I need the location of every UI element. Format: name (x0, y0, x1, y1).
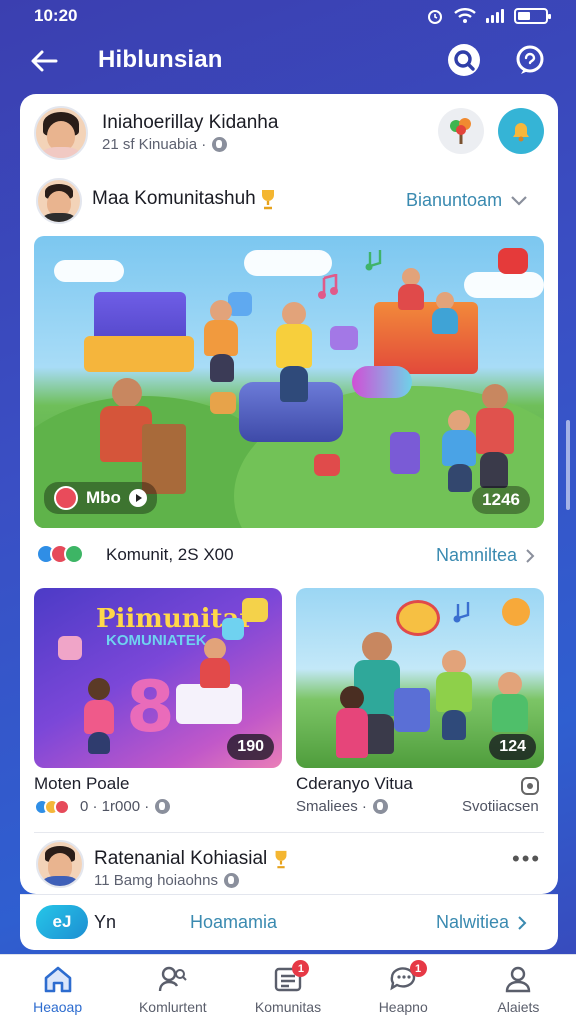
tab-home[interactable]: Heaoap (0, 955, 115, 1024)
globe-icon (155, 799, 171, 814)
trophy-icon (261, 190, 274, 210)
chevron-down-icon (511, 195, 527, 206)
sun (502, 598, 530, 626)
care-reaction-icon (64, 544, 84, 564)
main-media[interactable]: Mbo 1246 (34, 236, 544, 528)
bottom-tab-bar: Heaoap Komlurtent 1 Komunitas 1 Heapno A… (0, 954, 576, 1024)
tab-komunitas-label: Komunitas (254, 998, 322, 1015)
media-left-label[interactable]: Mbo (44, 482, 157, 514)
tab-communities-label: Komlurtent (138, 998, 207, 1015)
play-icon (128, 489, 147, 507)
reactions-summary[interactable]: Komunit, 2S X00 (106, 545, 234, 565)
group-avatar[interactable] (36, 178, 82, 224)
people-search-icon (158, 966, 187, 991)
media-badge[interactable] (498, 248, 528, 274)
trophy-icon (275, 850, 287, 869)
globe-icon (223, 873, 239, 888)
thumbnail-left-meta: 0 · 1r000 · (34, 798, 171, 815)
notification-badge: 1 (292, 960, 310, 977)
tree-button[interactable] (438, 108, 484, 154)
avatar (54, 486, 78, 510)
media-right-label: 1246 (472, 486, 530, 514)
notification-badge: 1 (409, 960, 427, 977)
reactions-link-label: Namniltea (436, 545, 518, 565)
thumbnail-right-meta-text: Smaliees · (296, 798, 367, 815)
group-action-label: Bianuntoam (406, 190, 503, 210)
group-name: Maa Komunitashuh (92, 188, 256, 209)
author-name[interactable]: Iniahoerillay Kidanha (102, 112, 278, 134)
alarm-icon (428, 10, 442, 24)
author-meta: 21 sf Kinuabia · (102, 136, 228, 153)
reaction-icons[interactable] (36, 544, 84, 564)
bell-icon (513, 123, 529, 142)
second-post-avatar[interactable] (36, 840, 84, 888)
music-note-icon (365, 250, 382, 271)
status-icons (426, 7, 551, 25)
signal-icon (486, 9, 504, 23)
app-header: Hiblunsian (0, 36, 576, 86)
back-button[interactable] (28, 46, 60, 76)
status-bar: 10:20 (0, 0, 576, 32)
tab-home-label: Heaoap (33, 998, 83, 1015)
bottom-bar-center-link[interactable]: Hoamamia (190, 912, 277, 933)
thumbnail-left[interactable]: Piimunitar KOMUNIATEK 8 190 (34, 588, 282, 768)
thumbnail-right-meta: Smaliees · (296, 798, 388, 815)
wifi-icon (454, 8, 476, 23)
more-options-button[interactable]: ••• (512, 846, 541, 872)
arrow-left-icon (31, 50, 58, 72)
thumbnail-left-meta-text: 0 · 1r000 · (80, 798, 150, 815)
second-post-meta: 11 Bamg hoiaohns (94, 872, 239, 889)
thumbnail-left-subtitle: KOMUNIATEK (106, 632, 207, 649)
thumbnail-right-caption[interactable]: Cderanyo Vitua (296, 774, 413, 794)
reaction-icons (34, 798, 70, 815)
tree-icon (450, 118, 471, 144)
page-title: Hiblunsian (98, 46, 223, 73)
second-post-name: Ratenanial Kohiasial (94, 848, 268, 869)
second-post-name-row[interactable]: Ratenanial Kohiasial (94, 848, 289, 870)
tab-messages-label: Heapno (378, 998, 428, 1015)
scrollbar[interactable] (566, 420, 570, 510)
chevron-right-icon (518, 915, 527, 930)
group-action-link[interactable]: Bianuntoam (406, 190, 528, 211)
app-logo-button[interactable]: eJ (36, 905, 88, 939)
share-icon[interactable] (520, 776, 540, 796)
speech-bubble (396, 600, 440, 636)
author-avatar[interactable] (34, 106, 88, 160)
bottom-bar-link[interactable]: Nalwitiea (436, 912, 527, 933)
bell-button[interactable] (498, 108, 544, 154)
chevron-right-icon (526, 548, 535, 563)
chat-button[interactable] (512, 42, 548, 78)
globe-icon (212, 137, 228, 152)
music-note-icon (453, 602, 470, 623)
feed-card: Iniahoerillay Kidanha 21 sf Kinuabia · M… (20, 94, 558, 894)
bottom-bar-label: Yn (94, 912, 117, 932)
tab-komunitas[interactable]: 1 Komunitas (230, 955, 345, 1024)
author-meta-text: 21 sf Kinuabia · (102, 136, 207, 153)
bottom-bar-link-label: Nalwitiea (436, 912, 510, 932)
bottom-action-bar: eJ Yn Hoamamia Nalwitiea (20, 894, 558, 950)
status-time: 10:20 (34, 6, 78, 25)
thumbnail-right[interactable]: 124 (296, 588, 544, 768)
search-button[interactable] (446, 42, 482, 78)
home-icon (44, 966, 71, 992)
tab-messages[interactable]: 1 Heapno (346, 955, 461, 1024)
thumbnail-left-count: 190 (227, 734, 274, 760)
thumbnail-left-caption[interactable]: Moten Poale (34, 774, 129, 794)
second-post-meta-text: 11 Bamg hoiaohns (94, 872, 218, 889)
thumbnail-right-count: 124 (489, 734, 536, 760)
profile-icon (506, 966, 531, 992)
tab-communities[interactable]: Komlurtent (115, 955, 230, 1024)
divider (34, 832, 544, 833)
search-icon (448, 44, 480, 76)
media-left-label-text: Mbo (86, 488, 121, 507)
thumbnail-right-meta-right[interactable]: Svotiiacsen (462, 798, 539, 815)
reactions-link[interactable]: Namniltea (436, 545, 535, 566)
tab-profile-label: Alaiets (497, 998, 540, 1015)
globe-icon (372, 799, 388, 814)
chat-bubble-icon (516, 45, 544, 74)
battery-icon (514, 8, 551, 24)
group-name-row[interactable]: Maa Komunitashuh (92, 188, 276, 210)
music-note-icon (318, 274, 338, 299)
tab-profile[interactable]: Alaiets (461, 955, 576, 1024)
